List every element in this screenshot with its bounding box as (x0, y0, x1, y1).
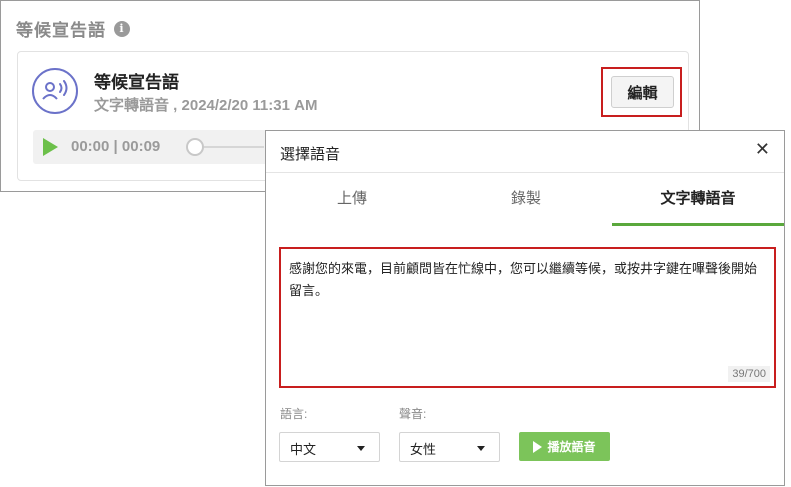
language-select[interactable]: 中文 (279, 432, 380, 462)
voice-source-tabs: 上傳 錄製 文字轉語音 (266, 174, 784, 226)
seek-slider-handle[interactable] (186, 138, 204, 156)
seek-slider-track[interactable] (204, 146, 264, 148)
player-time: 00:00 | 00:09 (71, 138, 161, 155)
section-title-text: 等候宣告語 (16, 21, 106, 40)
play-speech-button[interactable]: 播放語音 (519, 432, 610, 461)
voice-label: 聲音: (399, 407, 427, 421)
tab-upload[interactable]: 上傳 (266, 174, 438, 226)
edit-button-highlight: 編輯 (601, 67, 682, 117)
tab-text-to-speech[interactable]: 文字轉語音 (612, 174, 784, 226)
language-label: 語言: (280, 407, 308, 421)
item-title: 等候宣告語 (94, 73, 179, 92)
chevron-down-icon (477, 446, 485, 451)
play-icon (533, 440, 543, 453)
text-input-highlight: 感謝您的來電，目前顧問皆在忙線中，您可以繼續等候，或按井字鍵在嗶聲後開始留言。 … (279, 247, 776, 388)
speaker-voice-icon (32, 68, 78, 114)
play-icon[interactable] (43, 138, 58, 156)
char-counter: 39/700 (728, 366, 770, 382)
info-icon[interactable]: i (114, 20, 130, 37)
chevron-down-icon (357, 446, 365, 451)
item-subtitle: 文字轉語音 , 2024/2/20 11:31 AM (94, 97, 318, 114)
play-speech-label: 播放語音 (547, 440, 596, 454)
select-voice-dialog: 選擇語音 ✕ 上傳 錄製 文字轉語音 感謝您的來電，目前顧問皆在忙線中，您可以繼… (265, 130, 785, 486)
section-title: 等候宣告語 i (16, 16, 130, 41)
voice-value: 女性 (410, 442, 437, 457)
voice-select[interactable]: 女性 (399, 432, 500, 462)
dialog-header: 選擇語音 ✕ (266, 131, 784, 173)
language-value: 中文 (290, 442, 317, 457)
tab-record[interactable]: 錄製 (440, 174, 612, 226)
close-icon[interactable]: ✕ (755, 139, 770, 160)
tts-text-input[interactable]: 感謝您的來電，目前顧問皆在忙線中，您可以繼續等候，或按井字鍵在嗶聲後開始留言。 (289, 259, 766, 349)
edit-button[interactable]: 編輯 (611, 76, 674, 108)
dialog-title: 選擇語音 (280, 146, 341, 163)
